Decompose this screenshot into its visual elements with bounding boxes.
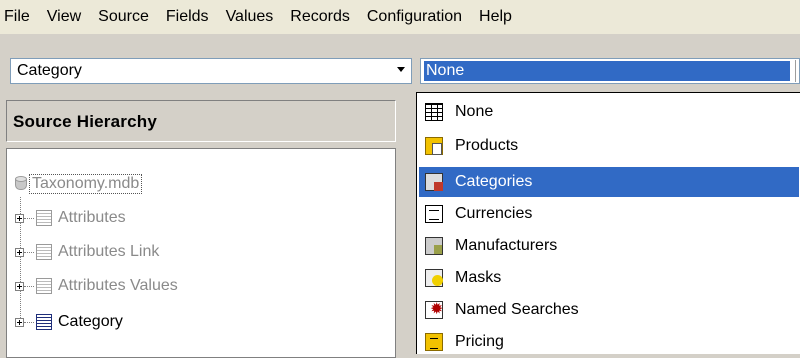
panel-title: Source Hierarchy — [13, 112, 157, 131]
dropdown-item-label: Products — [455, 137, 519, 154]
table-icon — [36, 278, 52, 294]
dropdown-item-pricing[interactable]: Pricing — [419, 327, 799, 357]
products-icon — [425, 137, 443, 155]
named-searches-icon — [425, 299, 443, 319]
tree-root-label: Taxonomy.mdb — [29, 174, 143, 194]
expand-plus-icon[interactable] — [15, 213, 24, 223]
tree-item-category[interactable]: Category — [15, 311, 123, 333]
combo-separator — [795, 60, 796, 82]
menu-bar: File View Source Fields Values Records C… — [0, 0, 800, 34]
panel-header: Source Hierarchy — [6, 100, 396, 142]
grid-table-icon — [425, 103, 443, 121]
dropdown-item-named-searches[interactable]: Named Searches — [419, 295, 799, 325]
tree-item-label: Category — [58, 313, 123, 330]
expand-plus-icon[interactable] — [15, 247, 24, 257]
dropdown-item-label: Named Searches — [455, 301, 579, 318]
destination-table-value: None — [424, 61, 790, 81]
dropdown-item-label: Manufacturers — [455, 237, 558, 254]
tree-item-attributes-values[interactable]: Attributes Values — [15, 275, 178, 297]
dropdown-item-none[interactable]: None — [419, 97, 799, 127]
tree-item-label: Attributes Values — [58, 277, 178, 294]
menu-configuration[interactable]: Configuration — [358, 0, 470, 34]
dropdown-item-label: Pricing — [455, 333, 504, 350]
database-icon — [15, 176, 27, 192]
dropdown-arrow-icon[interactable] — [397, 67, 405, 72]
table-dropdown-list[interactable]: None Products Categories Currencies Manu… — [416, 92, 800, 354]
categories-icon — [425, 173, 443, 191]
table-icon — [36, 244, 52, 260]
dropdown-item-label: None — [455, 103, 494, 120]
dropdown-item-manufacturers[interactable]: Manufacturers — [419, 231, 799, 261]
currencies-icon — [425, 205, 443, 223]
toolbar: Category None — [0, 34, 800, 92]
dropdown-item-label: Currencies — [455, 205, 533, 222]
tree-item-label: Attributes — [58, 209, 126, 226]
menu-help[interactable]: Help — [470, 0, 520, 34]
table-icon — [36, 314, 52, 330]
source-hierarchy-panel: Source Hierarchy Taxonomy.mdb Attributes… — [4, 96, 400, 358]
menu-source[interactable]: Source — [89, 0, 157, 34]
dropdown-item-currencies[interactable]: Currencies — [419, 199, 799, 229]
panel-splitter[interactable] — [400, 96, 416, 354]
tree-root[interactable]: Taxonomy.mdb — [15, 173, 143, 195]
dropdown-item-products[interactable]: Products — [419, 131, 799, 161]
source-table-value: Category — [17, 62, 82, 79]
expand-plus-icon[interactable] — [15, 317, 24, 327]
menu-fields[interactable]: Fields — [157, 0, 217, 34]
source-table-combo[interactable]: Category — [10, 58, 412, 84]
menu-records[interactable]: Records — [281, 0, 358, 34]
dropdown-item-masks[interactable]: Masks — [419, 263, 799, 293]
dropdown-item-label: Masks — [455, 269, 502, 286]
dropdown-item-label: Categories — [455, 173, 533, 190]
menu-values[interactable]: Values — [217, 0, 282, 34]
masks-icon — [425, 269, 443, 287]
manufacturers-icon — [425, 237, 443, 255]
menu-view[interactable]: View — [38, 0, 89, 34]
table-icon — [36, 210, 52, 226]
destination-table-combo[interactable]: None — [420, 58, 800, 84]
pricing-icon — [425, 333, 443, 351]
menu-file[interactable]: File — [0, 0, 38, 34]
tree-item-label: Attributes Link — [58, 243, 160, 260]
expand-plus-icon[interactable] — [15, 281, 24, 291]
tree-item-attributes-link[interactable]: Attributes Link — [15, 241, 159, 263]
source-tree[interactable]: Taxonomy.mdb Attributes Attributes Link … — [6, 148, 396, 358]
tree-item-attributes[interactable]: Attributes — [15, 207, 126, 229]
dropdown-item-categories[interactable]: Categories — [419, 167, 799, 197]
